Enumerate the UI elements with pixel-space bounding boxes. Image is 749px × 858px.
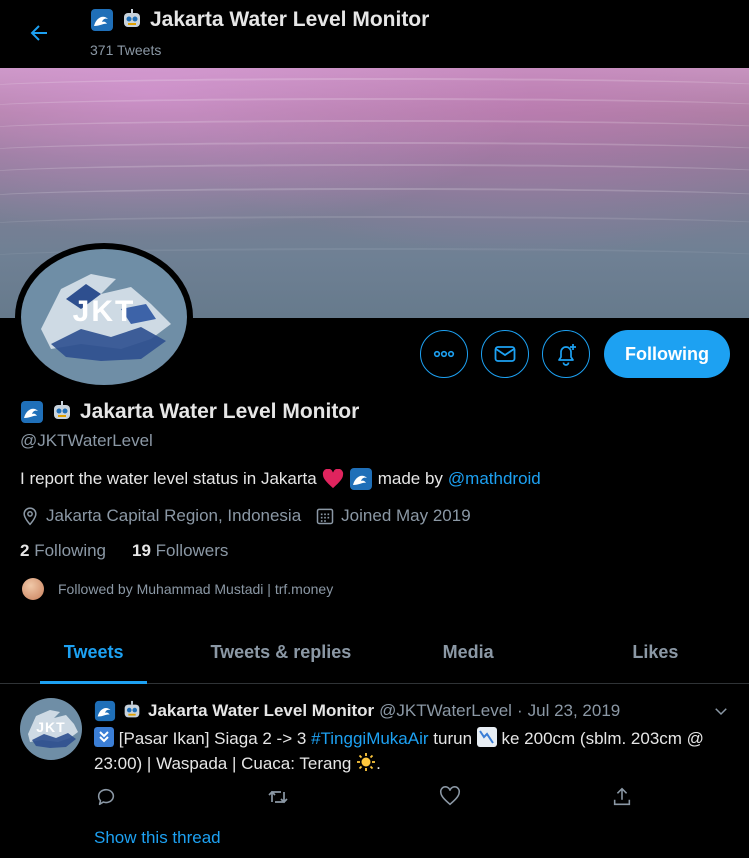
tweet-actions (94, 785, 634, 809)
header-title-text: Jakarta Water Level Monitor (150, 8, 430, 31)
chart-decreasing-icon (476, 727, 497, 747)
robot-icon (124, 9, 140, 27)
tweet-author-handle[interactable]: @JKTWaterLevel (379, 701, 512, 721)
tweet-text: [Pasar Ikan] Siaga 2 -> 3 #TinggiMukaAir… (94, 726, 724, 776)
following-button[interactable]: Following (604, 330, 730, 378)
water-wave-icon (21, 401, 43, 423)
water-wave-icon (91, 9, 113, 31)
tab-likes[interactable]: Likes (562, 622, 749, 683)
robot-icon (124, 700, 140, 718)
followers-label: Followers (155, 541, 229, 560)
profile-tabs: Tweets Tweets & replies Media Likes (0, 622, 749, 684)
profile-bio: I report the water level status in Jakar… (20, 467, 541, 491)
envelope-icon (494, 346, 516, 362)
down-arrow-box-icon (94, 727, 114, 747)
followers-count: 19 (132, 541, 151, 560)
following-link[interactable]: 2 Following (20, 541, 106, 561)
avatar-text: JKT (72, 295, 136, 328)
bio-mention-link[interactable]: @mathdroid (448, 469, 541, 489)
profile-name: Jakarta Water Level Monitor (20, 400, 359, 424)
tab-tweets[interactable]: Tweets (0, 622, 187, 684)
tab-tweets-replies[interactable]: Tweets & replies (187, 622, 374, 683)
follow-counts: 2 Following 19 Followers (20, 541, 228, 561)
more-options-button[interactable] (420, 330, 468, 378)
tweet-avatar-text: JKT (36, 719, 66, 735)
profile-name-text: Jakarta Water Level Monitor (80, 400, 360, 423)
tweet-separator: · (516, 701, 523, 720)
bio-text: I report the water level status in Jakar… (20, 469, 317, 488)
following-label: Following (34, 541, 107, 560)
location-text: Jakarta Capital Region, Indonesia (46, 506, 302, 525)
tweet-date[interactable]: Jul 23, 2019 (528, 701, 621, 721)
following-count: 2 (20, 541, 30, 560)
tweet-count: 371 Tweets (90, 42, 162, 58)
tweet-text-end: . (376, 754, 381, 773)
profile-handle: @JKTWaterLevel (20, 431, 153, 450)
joined-text: Joined May 2019 (341, 506, 471, 525)
bell-plus-icon (558, 344, 576, 366)
location-pin-icon (23, 507, 37, 526)
back-button[interactable] (22, 16, 56, 50)
heart-icon (440, 786, 460, 806)
profile-meta: Jakarta Capital Region, Indonesia Joined… (20, 506, 485, 526)
tweet-header: Jakarta Water Level Monitor @JKTWaterLev… (94, 700, 620, 722)
tweet-avatar[interactable]: JKT (20, 698, 82, 760)
reply-icon (97, 788, 115, 806)
follower-avatar (22, 578, 44, 600)
tweet-menu-button[interactable] (710, 700, 732, 722)
tweet-hashtag[interactable]: #TinggiMukaAir (311, 729, 428, 748)
reply-button[interactable] (94, 785, 118, 809)
more-dots-icon (433, 350, 455, 358)
share-icon (613, 787, 631, 806)
arrow-left-icon (30, 25, 47, 41)
retweet-icon (268, 790, 288, 804)
tweet-text-part1: [Pasar Ikan] Siaga 2 -> 3 (118, 729, 307, 748)
show-thread-link[interactable]: Show this thread (94, 828, 221, 848)
tweet-author-name[interactable]: Jakarta Water Level Monitor (148, 701, 374, 721)
sun-icon (357, 753, 376, 771)
profile-avatar[interactable]: JKT (15, 243, 195, 391)
share-button[interactable] (610, 785, 634, 809)
like-button[interactable] (438, 785, 462, 809)
followers-link[interactable]: 19 Followers (132, 541, 228, 561)
tab-media[interactable]: Media (375, 622, 562, 683)
water-wave-icon (94, 700, 116, 722)
bio-made-by: made by (377, 469, 443, 488)
red-heart-icon (322, 469, 343, 489)
notifications-button[interactable] (542, 330, 590, 378)
followed-by[interactable]: Followed by Muhammad Mustadi | trf.money (22, 578, 333, 600)
message-button[interactable] (481, 330, 529, 378)
robot-icon (54, 401, 70, 419)
water-wave-icon (349, 468, 372, 490)
followed-by-text: Followed by Muhammad Mustadi | trf.money (58, 581, 334, 597)
chevron-down-icon (715, 708, 727, 716)
retweet-button[interactable] (266, 785, 290, 809)
calendar-icon (316, 508, 334, 525)
header-title: Jakarta Water Level Monitor (90, 8, 429, 32)
tweet-text-part2: turun (433, 729, 473, 748)
